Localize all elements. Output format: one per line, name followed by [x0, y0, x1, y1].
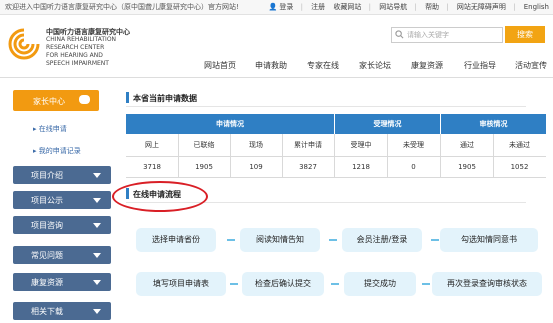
chevron-down-icon [93, 253, 101, 258]
flow-step: 填写项目申请表 [136, 272, 226, 296]
nav-rehab-resources[interactable]: 康复资源 [411, 60, 443, 71]
sidebar-category-rehab-resources[interactable]: 康复资源 [13, 273, 111, 291]
column-header: 通过 [460, 141, 474, 149]
application-flow: 选择申请省份 阅读知情告知 会员注册/登录 勾选知情同意书 填写项目申请表 检查… [130, 222, 550, 302]
logo-en-line: RESEARCH CENTER [46, 44, 105, 51]
flow-step: 阅读知情告知 [240, 228, 320, 252]
nav-expert-online[interactable]: 专家在线 [307, 60, 339, 71]
table-cell: 3827 [299, 163, 317, 171]
group-header-review: 审核情况 [441, 114, 546, 134]
chevron-down-icon [93, 223, 101, 228]
welcome-text: 欢迎进入中国听力语言康复研究中心（原中国聋儿康复研究中心）官方网站! [5, 3, 239, 11]
flow-step: 提交成功 [344, 272, 416, 296]
highlight-circle [112, 181, 208, 212]
nav-parent-forum[interactable]: 家长论坛 [359, 60, 391, 71]
stats-section-title: 本省当前申请数据 [126, 90, 526, 107]
column-header: 未受理 [403, 141, 424, 149]
sidebar-item-my-records[interactable]: ▸ 我的申请记录 [33, 146, 81, 156]
help-link[interactable]: 帮助 [425, 3, 439, 11]
top-links: 👤 登录 | 注册 收藏网站 | 网站导航 | 帮助 | 网站无障碍声明 | En… [268, 3, 549, 11]
chevron-down-icon [93, 173, 101, 178]
register-link[interactable]: 注册 [311, 3, 325, 11]
logo-en-line: CHINA REHABILITATION [46, 36, 117, 43]
main-nav: 网站首页 申请救助 专家在线 家长论坛 康复资源 行业指导 活动宣传 [190, 60, 553, 72]
sitemap-link[interactable]: 网站导航 [379, 3, 407, 11]
chevron-down-icon [93, 309, 101, 314]
site-logo[interactable]: 中国听力语言康复研究中心 CHINA REHABILITATION RESEAR… [6, 22, 156, 74]
login-link[interactable]: 登录 [279, 3, 293, 11]
bookmark-link[interactable]: 收藏网站 [333, 3, 361, 11]
sidebar-category-project-intro[interactable]: 项目介绍 [13, 166, 111, 184]
search-placeholder: 请输入关键字 [407, 31, 449, 39]
column-header: 累计申请 [294, 141, 322, 149]
chat-bubble-icon [79, 95, 90, 104]
flow-step: 选择申请省份 [136, 228, 216, 252]
column-header: 现场 [249, 141, 263, 149]
flow-step: 检查后确认提交 [242, 272, 324, 296]
parent-center-button[interactable]: 家长中心 [13, 90, 99, 111]
table-cell: 1218 [352, 163, 370, 171]
sidebar-item-online-apply[interactable]: ▸ 在线申请 [33, 124, 67, 134]
column-header: 已联络 [193, 141, 215, 149]
accessibility-link[interactable]: 网站无障碍声明 [457, 3, 506, 11]
sidebar-category-project-notice[interactable]: 项目公示 [13, 191, 111, 209]
nav-home[interactable]: 网站首页 [204, 60, 236, 71]
english-link[interactable]: English [524, 3, 549, 11]
chevron-down-icon [93, 198, 101, 203]
logo-mark-icon [8, 28, 40, 60]
logo-en-line: FOR HEARING AND [46, 52, 103, 59]
search-input[interactable]: 请输入关键字 [391, 27, 503, 43]
logo-cn-name: 中国听力语言康复研究中心 [46, 28, 130, 36]
nav-industry-guidance[interactable]: 行业指导 [464, 60, 496, 71]
nav-campaigns[interactable]: 活动宣传 [515, 60, 547, 71]
nav-apply-aid[interactable]: 申请救助 [255, 60, 287, 71]
search-button[interactable]: 搜索 [505, 26, 545, 43]
chevron-down-icon [93, 280, 101, 285]
column-header: 受理中 [350, 141, 372, 149]
table-cell: 1052 [510, 163, 529, 171]
top-bar: 欢迎进入中国听力语言康复研究中心（原中国聋儿康复研究中心）官方网站! 👤 登录 |… [0, 0, 553, 15]
table-cell: 109 [249, 163, 263, 171]
table-cell: 0 [411, 163, 416, 171]
column-header: 未通过 [509, 141, 530, 149]
column-header: 网上 [145, 141, 159, 149]
group-header-applications: 申请情况 [126, 114, 334, 134]
table-cell: 1905 [458, 163, 476, 171]
sidebar-category-project-consult[interactable]: 项目咨询 [13, 216, 111, 234]
logo-en-line: SPEECH IMPAIRMENT [46, 60, 109, 67]
sidebar-category-faq[interactable]: 常见问题 [13, 246, 111, 264]
stats-table: 申请情况 受理情况 审核情况 网上 已联络 现场 累计申请 受理中 未受理 通过… [126, 114, 546, 178]
group-header-acceptance: 受理情况 [335, 114, 440, 134]
search-icon [395, 30, 404, 39]
flow-step: 勾选知情同意书 [440, 228, 538, 252]
parent-center-label: 家长中心 [33, 97, 65, 106]
sidebar-category-downloads[interactable]: 相关下载 [13, 302, 111, 320]
table-cell: 1905 [195, 163, 213, 171]
user-icon: 👤 [268, 3, 278, 11]
flow-step: 再次登录查询审核状态 [432, 272, 542, 296]
flow-step: 会员注册/登录 [342, 228, 422, 252]
table-cell: 3718 [143, 163, 161, 171]
